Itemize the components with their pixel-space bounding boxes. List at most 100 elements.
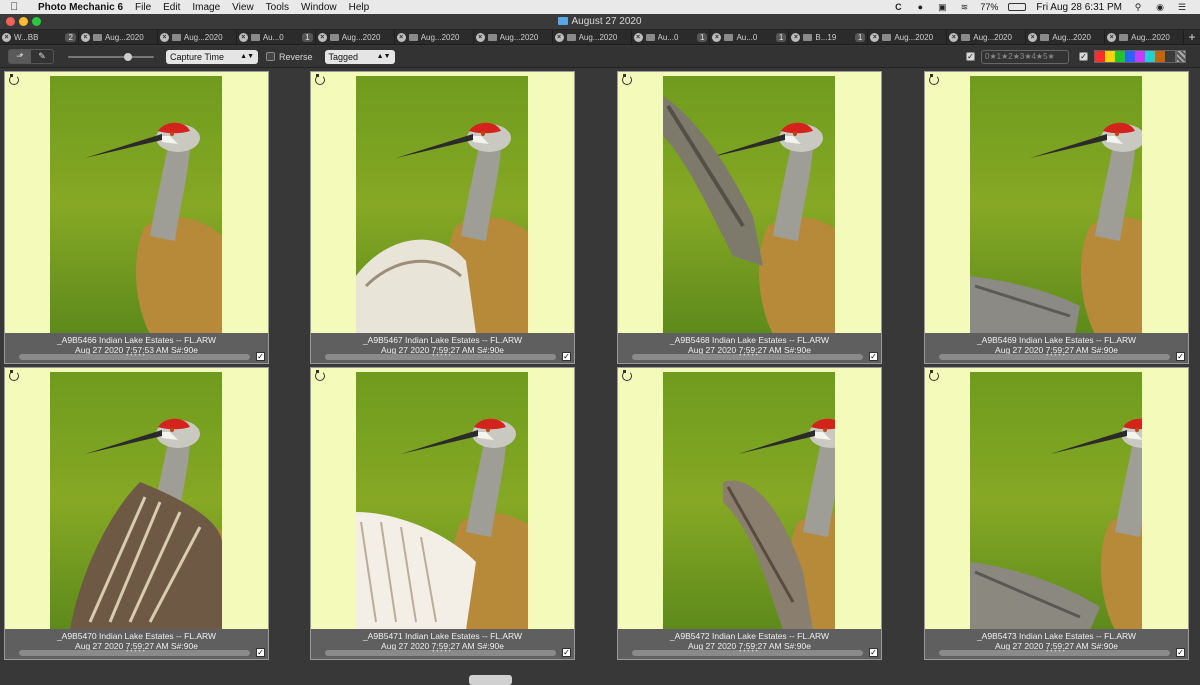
creative-cloud-icon[interactable]: ●: [914, 2, 926, 12]
close-icon[interactable]: ×: [554, 32, 564, 42]
close-icon[interactable]: ×: [80, 32, 90, 42]
tab[interactable]: × Aug...2020: [1105, 29, 1185, 45]
tab[interactable]: × B...19 1: [789, 29, 869, 45]
tag-checkbox[interactable]: ✓: [256, 648, 265, 657]
close-icon[interactable]: ×: [2, 32, 11, 42]
thumbnail-size-slider[interactable]: [68, 51, 154, 63]
color-class-swatch[interactable]: [1155, 51, 1165, 62]
thumbnail-image[interactable]: [356, 76, 528, 334]
close-icon[interactable]: ×: [712, 32, 722, 42]
tab[interactable]: × Aug...2020: [79, 29, 158, 45]
photo-cell[interactable]: _A9B5469 Indian Lake Estates -- FL.ARW A…: [924, 71, 1189, 364]
sort-order-select[interactable]: Capture Time ▲▼: [166, 49, 258, 64]
thumbnail-image[interactable]: [663, 76, 835, 334]
spotlight-search-icon[interactable]: ⚲: [1132, 2, 1144, 12]
menu-file[interactable]: File: [135, 2, 151, 13]
close-icon[interactable]: ×: [396, 32, 406, 42]
bottom-handle[interactable]: [469, 675, 512, 685]
menu-tools[interactable]: Tools: [266, 2, 289, 13]
close-icon[interactable]: ×: [475, 32, 485, 42]
photo-cell[interactable]: _A9B5473 Indian Lake Estates -- FL.ARW A…: [924, 367, 1189, 660]
menu-image[interactable]: Image: [192, 2, 220, 13]
close-icon[interactable]: ×: [159, 32, 169, 42]
star-rating-filter[interactable]: 0★1★2★3★4★5★: [981, 49, 1069, 64]
add-tab-button[interactable]: +: [1184, 30, 1200, 45]
tab[interactable]: × Aug...2020: [868, 29, 948, 45]
thumbnail-image[interactable]: [970, 372, 1142, 630]
rotate-icon[interactable]: [622, 370, 632, 381]
photo-cell[interactable]: _A9B5466 Indian Lake Estates -- FL.ARW A…: [4, 71, 269, 364]
color-filter-checkbox[interactable]: ✓: [1079, 52, 1088, 61]
menu-view[interactable]: View: [232, 2, 254, 13]
rotate-icon[interactable]: [622, 74, 632, 85]
pointer-tool-icon[interactable]: ⬏: [9, 50, 31, 63]
tag-checkbox[interactable]: ✓: [869, 648, 878, 657]
screen-icon[interactable]: ▣: [936, 2, 948, 12]
tag-checkbox[interactable]: ✓: [562, 352, 571, 361]
battery-icon[interactable]: [1008, 3, 1027, 11]
photo-cell[interactable]: _A9B5470 Indian Lake Estates -- FL.ARW A…: [4, 367, 269, 660]
clock[interactable]: Fri Aug 28 6:31 PM: [1036, 2, 1122, 13]
tag-checkbox[interactable]: ✓: [1176, 352, 1185, 361]
tab[interactable]: × W...BB 2: [0, 29, 79, 45]
control-center-icon[interactable]: ☰: [1176, 2, 1188, 12]
tag-checkbox[interactable]: ✓: [256, 352, 265, 361]
close-icon[interactable]: ×: [238, 32, 248, 42]
tab[interactable]: × Au...0 1: [632, 29, 711, 45]
close-icon[interactable]: ×: [633, 32, 643, 42]
thumbnail-image[interactable]: [50, 372, 222, 630]
menu-edit[interactable]: Edit: [163, 2, 180, 13]
c-app-icon[interactable]: C: [892, 2, 904, 12]
rotate-icon[interactable]: [929, 370, 939, 381]
photo-cell[interactable]: _A9B5468 Indian Lake Estates -- FL.ARW A…: [617, 71, 882, 364]
rotate-icon[interactable]: [929, 74, 939, 85]
close-icon[interactable]: ×: [317, 32, 327, 42]
tab[interactable]: × Aug...2020: [1026, 29, 1106, 45]
tag-checkbox[interactable]: ✓: [562, 648, 571, 657]
rating-filter-checkbox[interactable]: ✓: [966, 52, 975, 61]
filter-select[interactable]: Tagged ▲▼: [324, 49, 395, 64]
tab[interactable]: × Au...0 1: [710, 29, 790, 45]
photo-cell[interactable]: _A9B5467 Indian Lake Estates -- FL.ARW A…: [310, 71, 575, 364]
rotate-icon[interactable]: [315, 370, 325, 381]
tag-checkbox[interactable]: ✓: [869, 352, 878, 361]
pencil-tool-icon[interactable]: ✎: [31, 50, 53, 63]
color-class-filter[interactable]: [1094, 50, 1176, 63]
reverse-checkbox[interactable]: [266, 52, 275, 61]
rotate-icon[interactable]: [315, 74, 325, 85]
close-icon[interactable]: ×: [949, 32, 959, 42]
tab[interactable]: × Aug...2020: [316, 29, 395, 45]
tab[interactable]: × Aug...2020: [474, 29, 553, 45]
tab[interactable]: × Aug...2020: [553, 29, 632, 45]
color-class-swatch[interactable]: [1115, 51, 1125, 62]
thumbnail-image[interactable]: [663, 372, 835, 630]
photo-cell[interactable]: _A9B5471 Indian Lake Estates -- FL.ARW A…: [310, 367, 575, 660]
tab[interactable]: × Aug...2020: [947, 29, 1027, 45]
color-class-swatch[interactable]: [1135, 51, 1145, 62]
thumbnail-image[interactable]: [356, 372, 528, 630]
apple-menu-icon[interactable]: : [10, 1, 24, 13]
thumbnail-image[interactable]: [50, 76, 222, 334]
slider-knob[interactable]: [124, 52, 133, 61]
close-icon[interactable]: ×: [1107, 32, 1117, 42]
color-class-swatch[interactable]: [1105, 51, 1115, 62]
app-menu[interactable]: Photo Mechanic 6: [38, 2, 123, 13]
color-class-swatch[interactable]: [1125, 51, 1135, 62]
color-class-swatch[interactable]: [1165, 51, 1175, 62]
menu-help[interactable]: Help: [349, 2, 370, 13]
color-class-all-icon[interactable]: [1176, 50, 1186, 63]
close-icon[interactable]: ×: [1028, 32, 1038, 42]
menu-window[interactable]: Window: [301, 2, 337, 13]
tab[interactable]: × Aug...2020: [395, 29, 474, 45]
user-avatar-icon[interactable]: ◉: [1154, 2, 1166, 12]
tab[interactable]: × Au...0 1: [237, 29, 316, 45]
rotate-icon[interactable]: [9, 74, 19, 85]
rotate-icon[interactable]: [9, 370, 19, 381]
close-icon[interactable]: ×: [870, 32, 880, 42]
tab[interactable]: × Aug...2020: [158, 29, 237, 45]
color-class-swatch[interactable]: [1095, 51, 1105, 62]
thumbnail-image[interactable]: [970, 76, 1142, 334]
close-icon[interactable]: ×: [791, 32, 801, 42]
wifi-icon[interactable]: ≋: [958, 2, 970, 12]
tag-checkbox[interactable]: ✓: [1176, 648, 1185, 657]
